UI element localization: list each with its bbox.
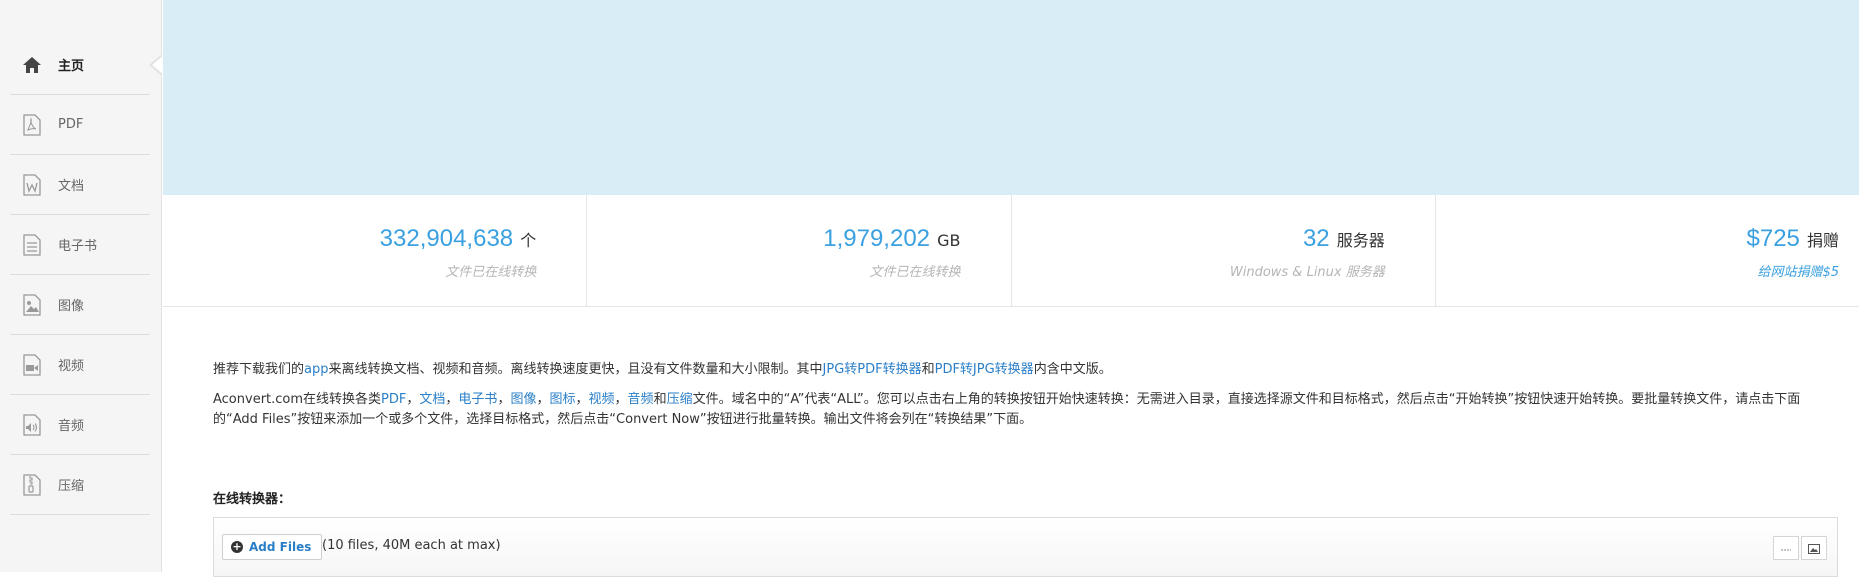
- sidebar-item-label: 音频: [58, 419, 85, 434]
- sidebar-item-image[interactable]: 图像: [10, 275, 150, 335]
- intro-text: 推荐下载我们的app来离线转换文档、视频和音频。离线转换速度更快，且没有文件数量…: [213, 360, 1833, 440]
- sidebar-item-label: 主页: [58, 59, 85, 74]
- ebook-file-icon: [20, 233, 44, 257]
- plus-circle-icon: +: [231, 540, 243, 553]
- add-files-button[interactable]: + Add Files: [222, 534, 323, 560]
- sidebar: 主页 PDF 文档 电子书 图像 视频 音频 压缩: [0, 0, 164, 572]
- sidebar-list: 主页 PDF 文档 电子书 图像 视频 音频 压缩: [0, 35, 164, 515]
- jpg-to-pdf-link[interactable]: JPG转PDF转换器: [823, 362, 922, 377]
- video-link[interactable]: 视频: [589, 392, 615, 407]
- sidebar-item-label: 文档: [58, 179, 85, 194]
- audio-link[interactable]: 音频: [628, 392, 654, 407]
- stat-files-converted: 332,904,638 个 文件已在线转换: [163, 195, 588, 306]
- stat-number: $725: [1746, 225, 1800, 252]
- stat-unit: 个: [520, 231, 537, 250]
- sidebar-item-audio[interactable]: 音频: [10, 395, 150, 455]
- sidebar-item-label: PDF: [58, 117, 84, 132]
- home-icon: [20, 53, 44, 77]
- stat-servers: 32 服务器 Windows & Linux 服务器: [1012, 195, 1436, 306]
- pdf-to-jpg-link[interactable]: PDF转JPG转换器: [935, 362, 1034, 377]
- stat-unit: 捐赠: [1806, 231, 1839, 250]
- stat-number: 332,904,638: [379, 225, 514, 252]
- sidebar-item-archive[interactable]: 压缩: [10, 455, 150, 515]
- converter-panel: + Add Files (10 files, 40M each at max): [213, 517, 1838, 577]
- list-view-button[interactable]: [1773, 536, 1799, 560]
- converter-title: 在线转换器：: [213, 492, 292, 507]
- sidebar-item-pdf[interactable]: PDF: [10, 95, 150, 155]
- audio-file-icon: [20, 413, 44, 437]
- stat-number: 32: [1302, 225, 1330, 252]
- intro-paragraph-2: Aconvert.com在线转换各类PDF，文档，电子书，图像，图标，视频，音频…: [213, 392, 1801, 427]
- sidebar-item-home[interactable]: 主页: [10, 35, 164, 95]
- sidebar-item-label: 图像: [58, 299, 85, 314]
- stat-caption: Windows & Linux 服务器: [1229, 265, 1385, 280]
- stat-number: 1,979,202: [823, 225, 931, 252]
- intro-paragraph-1: 推荐下载我们的app来离线转换文档、视频和音频。离线转换速度更快，且没有文件数量…: [213, 362, 1112, 377]
- stat-caption: 文件已在线转换: [869, 265, 961, 280]
- pdf-link[interactable]: PDF: [381, 392, 406, 407]
- stat-unit: 服务器: [1336, 231, 1385, 250]
- sidebar-item-ebook[interactable]: 电子书: [10, 215, 150, 275]
- sidebar-item-document[interactable]: 文档: [10, 155, 150, 215]
- document-link[interactable]: 文档: [419, 392, 445, 407]
- sidebar-item-video[interactable]: 视频: [10, 335, 150, 395]
- archive-file-icon: [20, 473, 44, 497]
- video-file-icon: [20, 353, 44, 377]
- app-download-link[interactable]: app: [304, 362, 328, 377]
- word-file-icon: [20, 173, 44, 197]
- image-file-icon: [20, 293, 44, 317]
- pdf-file-icon: [20, 113, 44, 137]
- stat-donations: $725 捐赠 给网站捐赠$5: [1436, 195, 1859, 306]
- ebook-link[interactable]: 电子书: [458, 392, 497, 407]
- stat-unit: GB: [937, 231, 961, 250]
- image-view-icon: [1808, 539, 1820, 558]
- stats-bar: 332,904,638 个 文件已在线转换 1,979,202 GB 文件已在线…: [163, 195, 1859, 307]
- file-limit-note: (10 files, 40M each at max): [322, 538, 501, 553]
- stat-caption: 文件已在线转换: [445, 265, 537, 280]
- sidebar-item-label: 压缩: [58, 479, 85, 494]
- sidebar-item-label: 视频: [58, 359, 85, 374]
- image-link[interactable]: 图像: [510, 392, 536, 407]
- archive-link[interactable]: 压缩: [667, 392, 693, 407]
- thumbnail-view-button[interactable]: [1801, 536, 1827, 560]
- sidebar-item-label: 电子书: [58, 239, 98, 254]
- donate-link[interactable]: 给网站捐赠$5: [1757, 261, 1839, 280]
- stat-data-converted: 1,979,202 GB 文件已在线转换: [587, 195, 1012, 306]
- icon-link[interactable]: 图标: [549, 392, 575, 407]
- view-toggle: [1771, 536, 1827, 560]
- top-banner: [163, 0, 1859, 195]
- add-files-label: Add Files: [249, 540, 312, 554]
- list-view-icon: [1780, 539, 1792, 558]
